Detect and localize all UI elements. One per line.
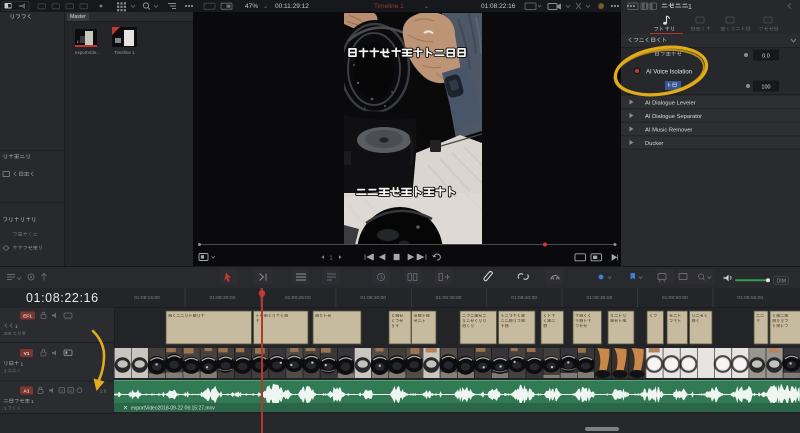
svg-text:exportVideo2018-09-22 06:15:27: exportVideo2018-09-22 06:15:27.mov <box>131 406 215 412</box>
